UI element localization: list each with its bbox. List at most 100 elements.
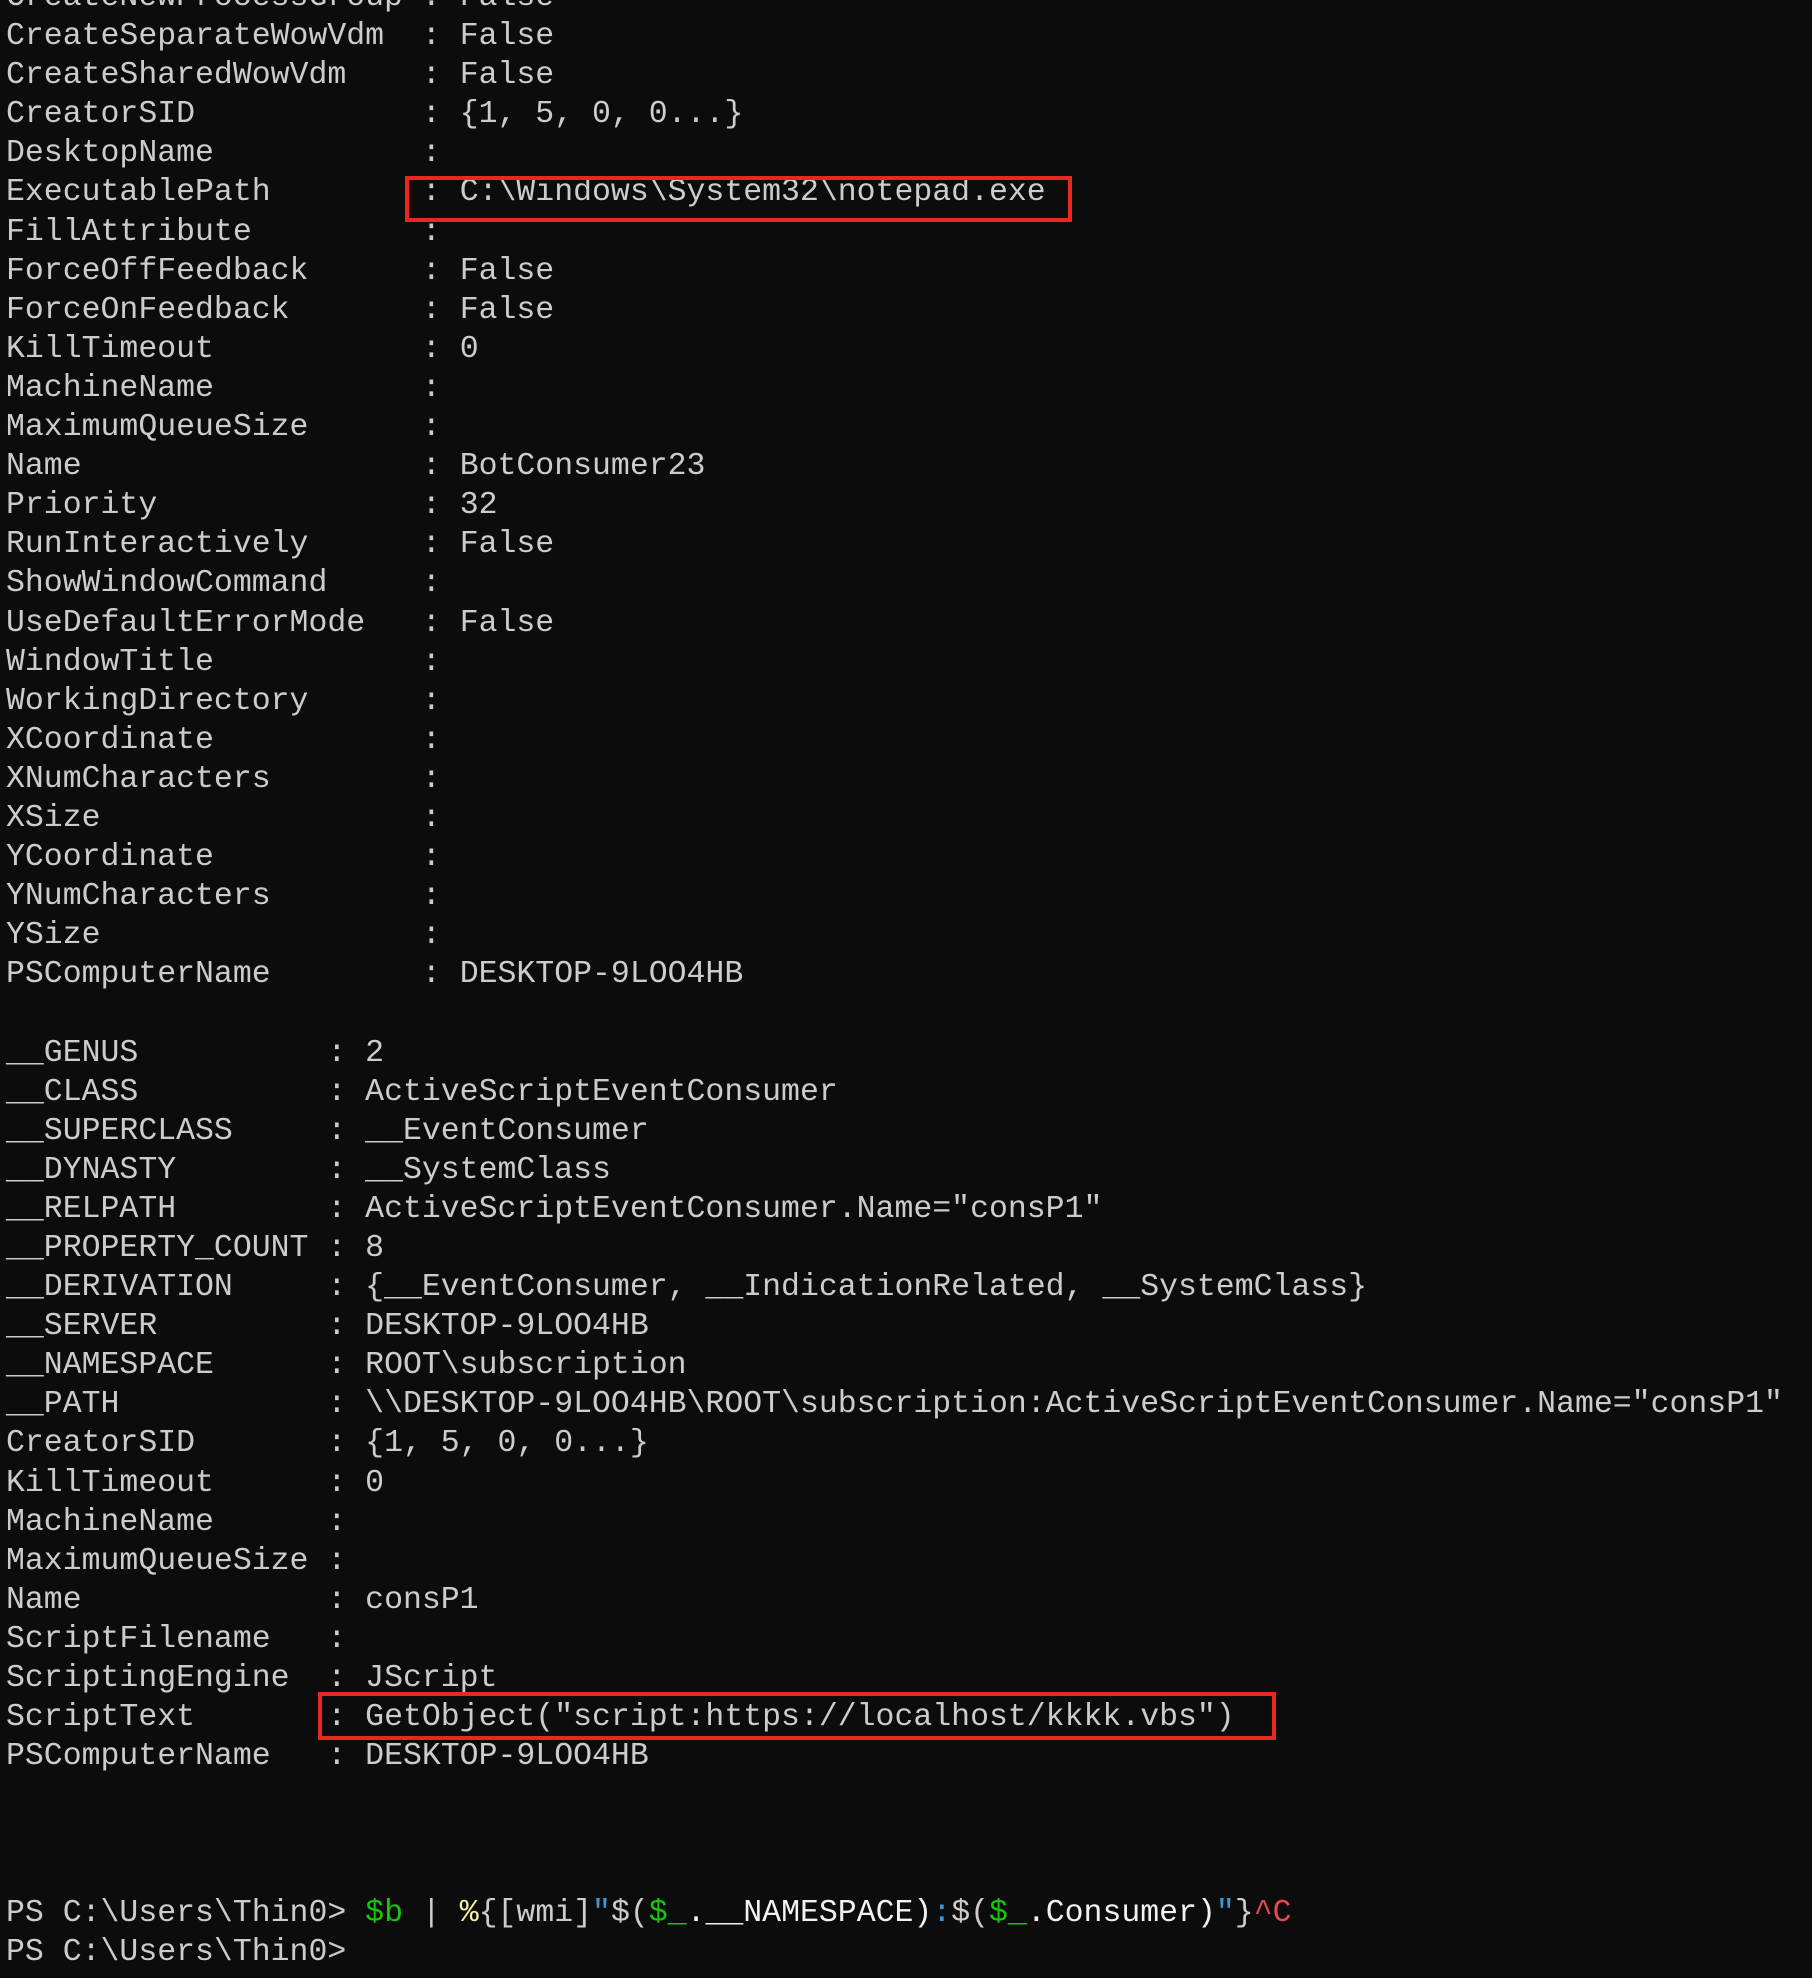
prompt: PS C:\Users\Thin0> [6, 1895, 366, 1931]
property-value: DESKTOP-9LOO4HB [365, 1309, 649, 1345]
property-row: CreatorSID : {1, 5, 0, 0...} [6, 95, 1783, 134]
property-value: C:\Windows\System32\notepad.exe [459, 175, 1046, 211]
property-value: False [460, 0, 555, 15]
separator: : [100, 800, 460, 836]
property-name: CreatorSID [6, 97, 196, 133]
separator: : [195, 1700, 366, 1736]
property-row: MachineName : [6, 1503, 1783, 1542]
property-value: DESKTOP-9LOO4HB [365, 1739, 649, 1775]
property-row: __GENUS : 2 [6, 1034, 1783, 1073]
property-name: YCoordinate [6, 840, 214, 876]
separator: : [251, 214, 460, 250]
separator: : [81, 449, 460, 485]
property-row: CreatorSID : {1, 5, 0, 0...} [6, 1424, 1783, 1463]
command-token: " [592, 1895, 611, 1931]
property-name: __PATH [6, 1387, 120, 1423]
property-name: CreateSharedWowVdm [6, 58, 347, 94]
property-row: DesktopName : [6, 134, 1783, 173]
separator: : [270, 879, 460, 915]
command-token: | [402, 1895, 460, 1931]
property-row: ExecutablePath : C:\Windows\System32\not… [6, 173, 1783, 212]
property-name: ForceOnFeedback [6, 292, 290, 328]
property-name: __NAMESPACE [6, 1348, 214, 1384]
property-row: PSComputerName : DESKTOP-9LOO4HB [6, 1737, 1783, 1776]
prompt[interactable]: PS C:\Users\Thin0> [6, 1935, 365, 1970]
property-value: False [459, 527, 555, 563]
property-value: ROOT\subscription [365, 1348, 687, 1384]
property-value: \\DESKTOP-9LOO4HB\ROOT\subscription:Acti… [365, 1387, 1783, 1423]
separator: : [213, 644, 460, 680]
property-name: PSComputerName [6, 957, 271, 993]
property-value: __SystemClass [365, 1152, 611, 1188]
separator: : [213, 722, 460, 758]
separator: : [308, 410, 460, 446]
property-name: __SERVER [6, 1309, 158, 1345]
separator: : [327, 566, 460, 602]
separator: : [365, 605, 460, 641]
command-token: % [459, 1895, 479, 1931]
property-value: 0 [459, 331, 479, 367]
separator: : [195, 97, 460, 133]
property-row: __NAMESPACE : ROOT\subscription [6, 1346, 1783, 1385]
property-row: Name : BotConsumer23 [6, 447, 1783, 486]
property-value: False [459, 292, 555, 328]
separator: : [81, 1582, 366, 1618]
property-name: __CLASS [6, 1074, 139, 1110]
property-name: ScriptText [6, 1700, 196, 1736]
property-row: __PATH : \\DESKTOP-9LOO4HB\ROOT\subscrip… [6, 1385, 1783, 1424]
property-row: __CLASS : ActiveScriptEventConsumer [6, 1073, 1783, 1112]
property-row: YSize : [6, 916, 1783, 955]
property-name: CreateSeparateWowVdm [6, 19, 385, 55]
separator: : [213, 1348, 366, 1384]
property-value: ActiveScriptEventConsumer.Name="consP1" [365, 1191, 1103, 1227]
property-row: PSComputerName : DESKTOP-9LOO4HB [6, 955, 1783, 994]
property-name: WindowTitle [6, 644, 214, 680]
property-name: YSize [6, 918, 101, 954]
property-name: XNumCharacters [6, 761, 271, 797]
property-row: XNumCharacters : [6, 760, 1783, 799]
property-name: ScriptingEngine [6, 1661, 290, 1697]
command-token: .Consumer) [1026, 1895, 1216, 1931]
separator: : [213, 331, 460, 367]
property-name: __SUPERCLASS [6, 1113, 233, 1149]
separator: : [176, 1191, 366, 1227]
property-value: 32 [459, 488, 498, 524]
property-name: Name [6, 1582, 82, 1618]
separator: : [213, 136, 460, 172]
property-name: YNumCharacters [6, 879, 271, 915]
command-token: $( [610, 1895, 649, 1931]
property-name: MachineName [6, 1504, 214, 1540]
terminal-output[interactable]: CreateNewProcessGroup : FalseCreateSepar… [6, 0, 1783, 1972]
property-name: PSComputerName [6, 1739, 271, 1775]
separator: : [384, 19, 460, 55]
command-token: ^C [1253, 1895, 1292, 1931]
property-name: KillTimeout [6, 1465, 214, 1501]
command-token: " [1215, 1895, 1235, 1931]
property-row: KillTimeout : 0 [6, 1464, 1783, 1503]
separator: : [213, 840, 460, 876]
property-name: ShowWindowCommand [6, 566, 328, 602]
property-row: __PROPERTY_COUNT : 8 [6, 1229, 1783, 1268]
property-name: CreatorSID [6, 1426, 196, 1462]
property-row: ScriptFilename : [6, 1620, 1783, 1659]
separator: : [308, 1543, 366, 1579]
property-row: __SERVER : DESKTOP-9LOO4HB [6, 1307, 1783, 1346]
property-value: False [459, 253, 555, 289]
property-value: 0 [365, 1465, 385, 1501]
property-row: YCoordinate : [6, 838, 1783, 877]
property-name: Priority [6, 488, 158, 524]
property-name: WorkingDirectory [6, 683, 309, 719]
property-name: MaximumQueueSize [6, 1543, 309, 1579]
property-name: __RELPATH [6, 1191, 177, 1227]
separator: : [346, 58, 460, 94]
separator: : [232, 1270, 366, 1306]
separator: : [100, 918, 460, 954]
property-value: 2 [365, 1035, 385, 1071]
property-value: __EventConsumer [365, 1113, 649, 1149]
command-token: } [1234, 1895, 1254, 1931]
separator: : [308, 253, 460, 289]
property-name: __DYNASTY [6, 1152, 177, 1188]
property-name: ExecutablePath [6, 175, 271, 211]
